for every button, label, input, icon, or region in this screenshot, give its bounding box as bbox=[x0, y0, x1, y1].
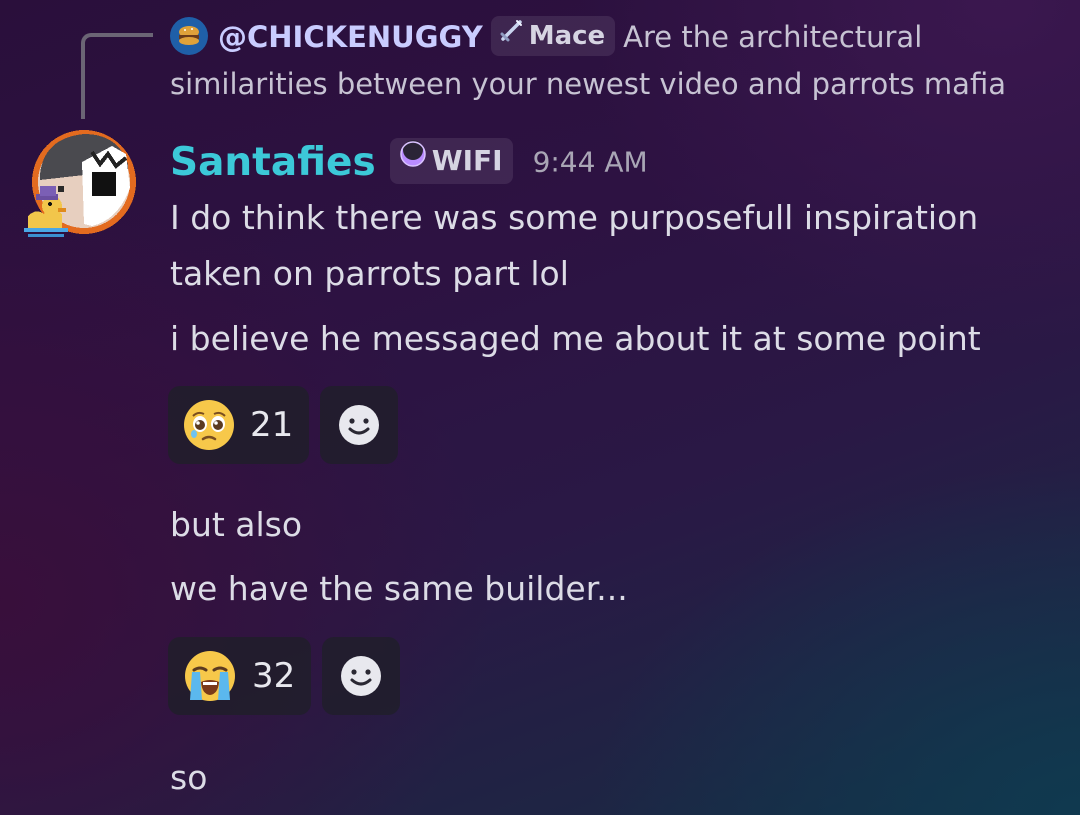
loudly-crying-face-emoji bbox=[185, 651, 235, 701]
chickenuggy-avatar[interactable] bbox=[170, 17, 208, 55]
sword-icon bbox=[499, 15, 525, 55]
crescent-moon-icon bbox=[398, 137, 428, 183]
message-text[interactable]: we have the same builder... bbox=[170, 561, 628, 617]
message-line: taken on parrots part lol bbox=[170, 254, 569, 293]
reaction-count: 21 bbox=[250, 405, 294, 445]
reply-connector bbox=[81, 33, 153, 119]
message-text[interactable]: but also bbox=[170, 497, 302, 553]
reply-role-tag[interactable]: Mace bbox=[490, 15, 616, 56]
add-reaction-smiley-icon bbox=[339, 405, 380, 445]
add-reaction-button[interactable] bbox=[320, 386, 399, 464]
reaction-count: 32 bbox=[252, 656, 296, 696]
add-reaction-button[interactable] bbox=[322, 637, 401, 715]
reaction-bar: 32 bbox=[168, 637, 401, 715]
reaction-bar: 21 bbox=[168, 386, 399, 464]
reaction-loudly-crying-face[interactable]: 32 bbox=[168, 637, 312, 715]
reply-mention[interactable]: @CHICKENUGGY bbox=[218, 20, 483, 54]
message-timestamp[interactable]: 9:44 AM bbox=[533, 146, 648, 179]
reaction-pleading-face[interactable]: 21 bbox=[168, 386, 310, 464]
message-line: I do think there was some purposefull in… bbox=[170, 198, 979, 237]
author-avatar[interactable] bbox=[22, 124, 140, 242]
message-text[interactable]: so bbox=[170, 750, 207, 806]
author-username[interactable]: Santafies bbox=[170, 140, 376, 185]
add-reaction-smiley-icon bbox=[341, 656, 382, 696]
pleading-face-emoji bbox=[184, 400, 234, 450]
message-header: Santafies WIFI 9:44 AM bbox=[170, 134, 648, 190]
message-text[interactable]: I do think there was some purposefull in… bbox=[170, 190, 978, 302]
message-text[interactable]: i believe he messaged me about it at som… bbox=[170, 311, 981, 367]
author-role-tag-label: WIFI bbox=[431, 143, 503, 177]
author-role-tag[interactable]: WIFI bbox=[389, 137, 513, 184]
reply-role-tag-label: Mace bbox=[528, 21, 606, 51]
reply-reference[interactable]: @CHICKENUGGY Mace Are the architectural si… bbox=[170, 14, 1050, 108]
